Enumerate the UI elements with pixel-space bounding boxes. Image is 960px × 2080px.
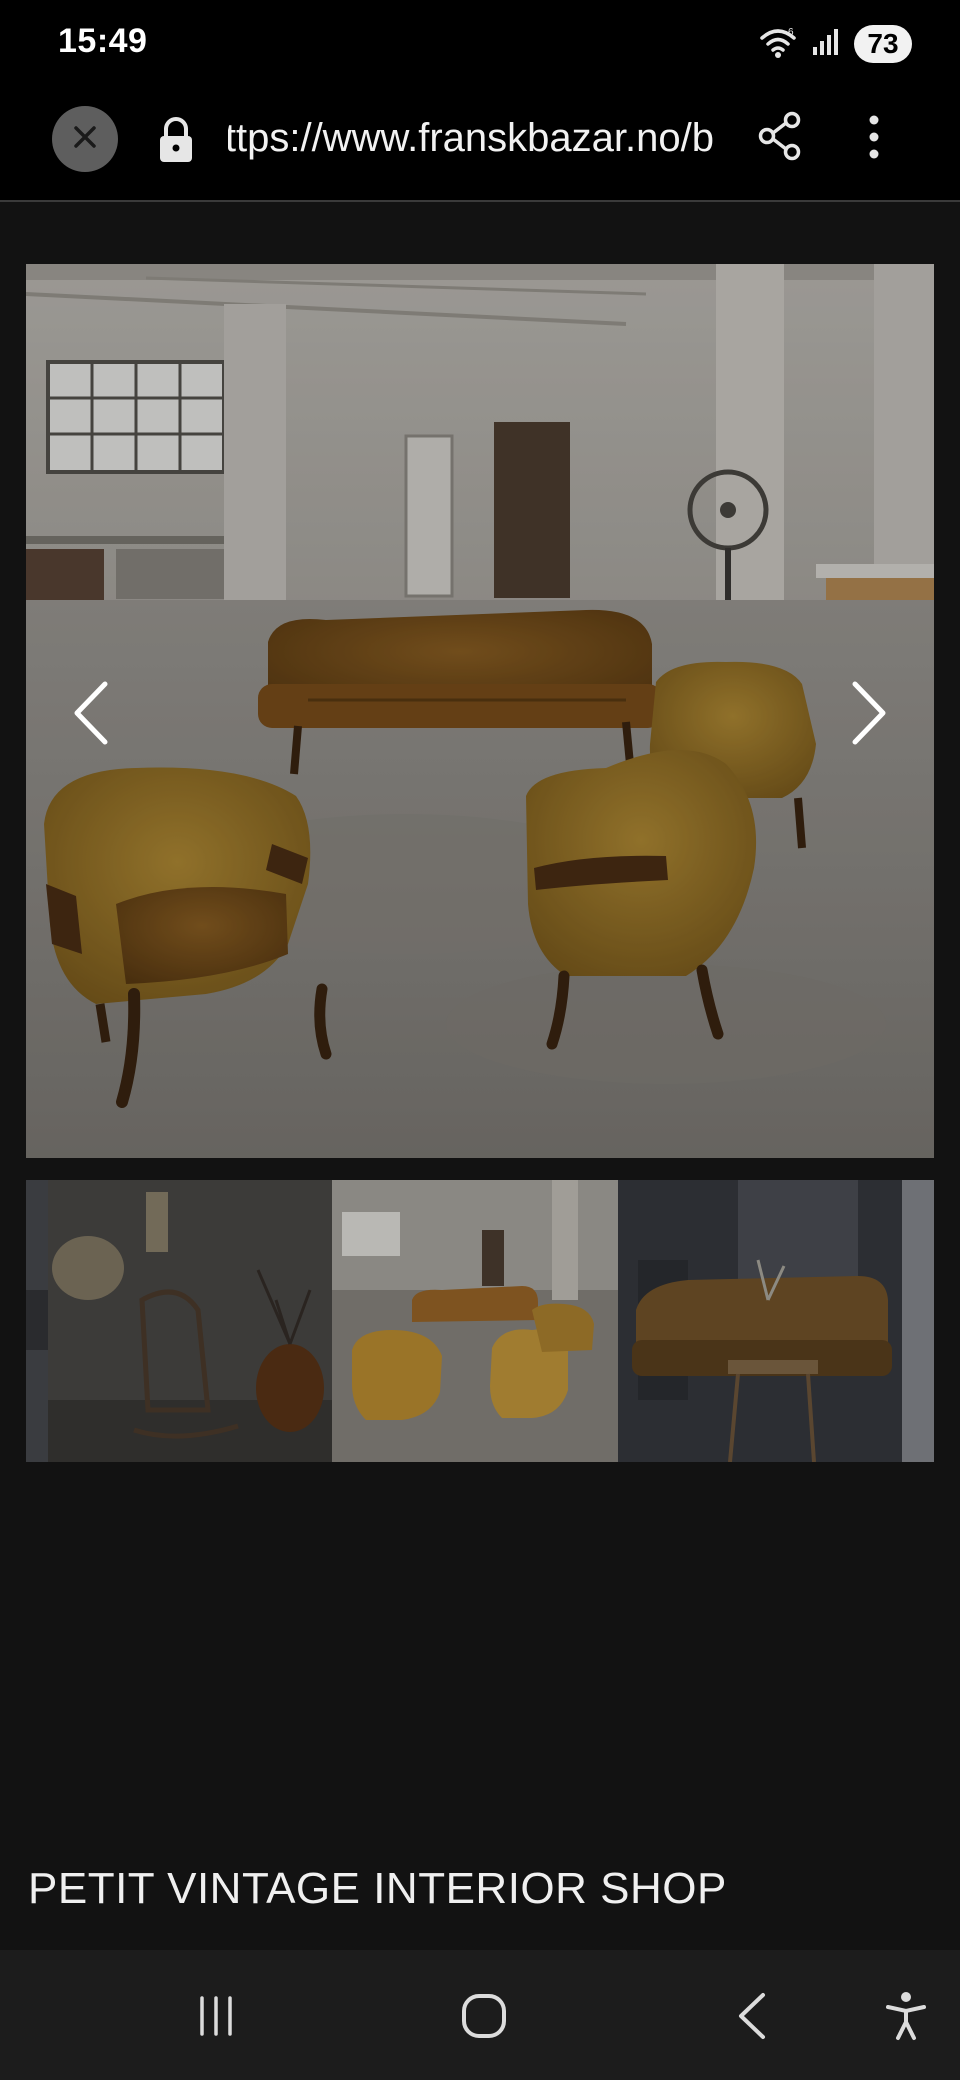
status-bar: 15:49 6 73 [0,0,960,90]
close-icon [71,123,99,156]
thumbnail[interactable] [902,1180,934,1462]
home-button[interactable] [444,1978,524,2058]
recent-apps-button[interactable] [176,1978,256,2058]
status-time: 15:49 [58,22,148,60]
gallery-next-button[interactable] [834,668,904,758]
browser-toolbar: https://www.franskbazar.no/b [0,90,960,202]
more-vert-icon [868,114,880,165]
svg-text:6: 6 [788,27,794,38]
thumbnail[interactable] [26,1180,48,1462]
accessibility-button[interactable] [866,1978,946,2058]
gallery-prev-button[interactable] [56,668,126,758]
more-options-button[interactable] [848,108,900,170]
thumbnail[interactable] [48,1180,332,1462]
battery-icon: 73 [854,25,912,63]
product-main-image[interactable] [26,264,934,1158]
chevron-left-icon [71,680,111,746]
url-field[interactable]: https://www.franskbazar.no/b [228,108,714,172]
back-button[interactable] [712,1978,792,2058]
share-icon [756,110,804,167]
thumbnail[interactable] [332,1180,618,1462]
recent-apps-icon [194,1994,238,2043]
home-icon [459,1991,509,2046]
thumbnail[interactable] [618,1180,902,1462]
lock-icon[interactable] [154,114,198,166]
share-button[interactable] [752,110,808,166]
status-icons: 6 73 [758,24,912,64]
accessibility-icon [884,1990,928,2047]
system-nav-bar [0,1950,960,2080]
chevron-right-icon [849,680,889,746]
close-tab-button[interactable] [52,106,118,172]
url-text: https://www.franskbazar.no/b [228,116,714,160]
shop-title: PETIT VINTAGE INTERIOR SHOP [28,1864,727,1913]
signal-icon [812,27,840,62]
wifi-icon: 6 [758,24,798,65]
thumbnail-strip [26,1180,934,1462]
back-icon [735,1991,769,2046]
